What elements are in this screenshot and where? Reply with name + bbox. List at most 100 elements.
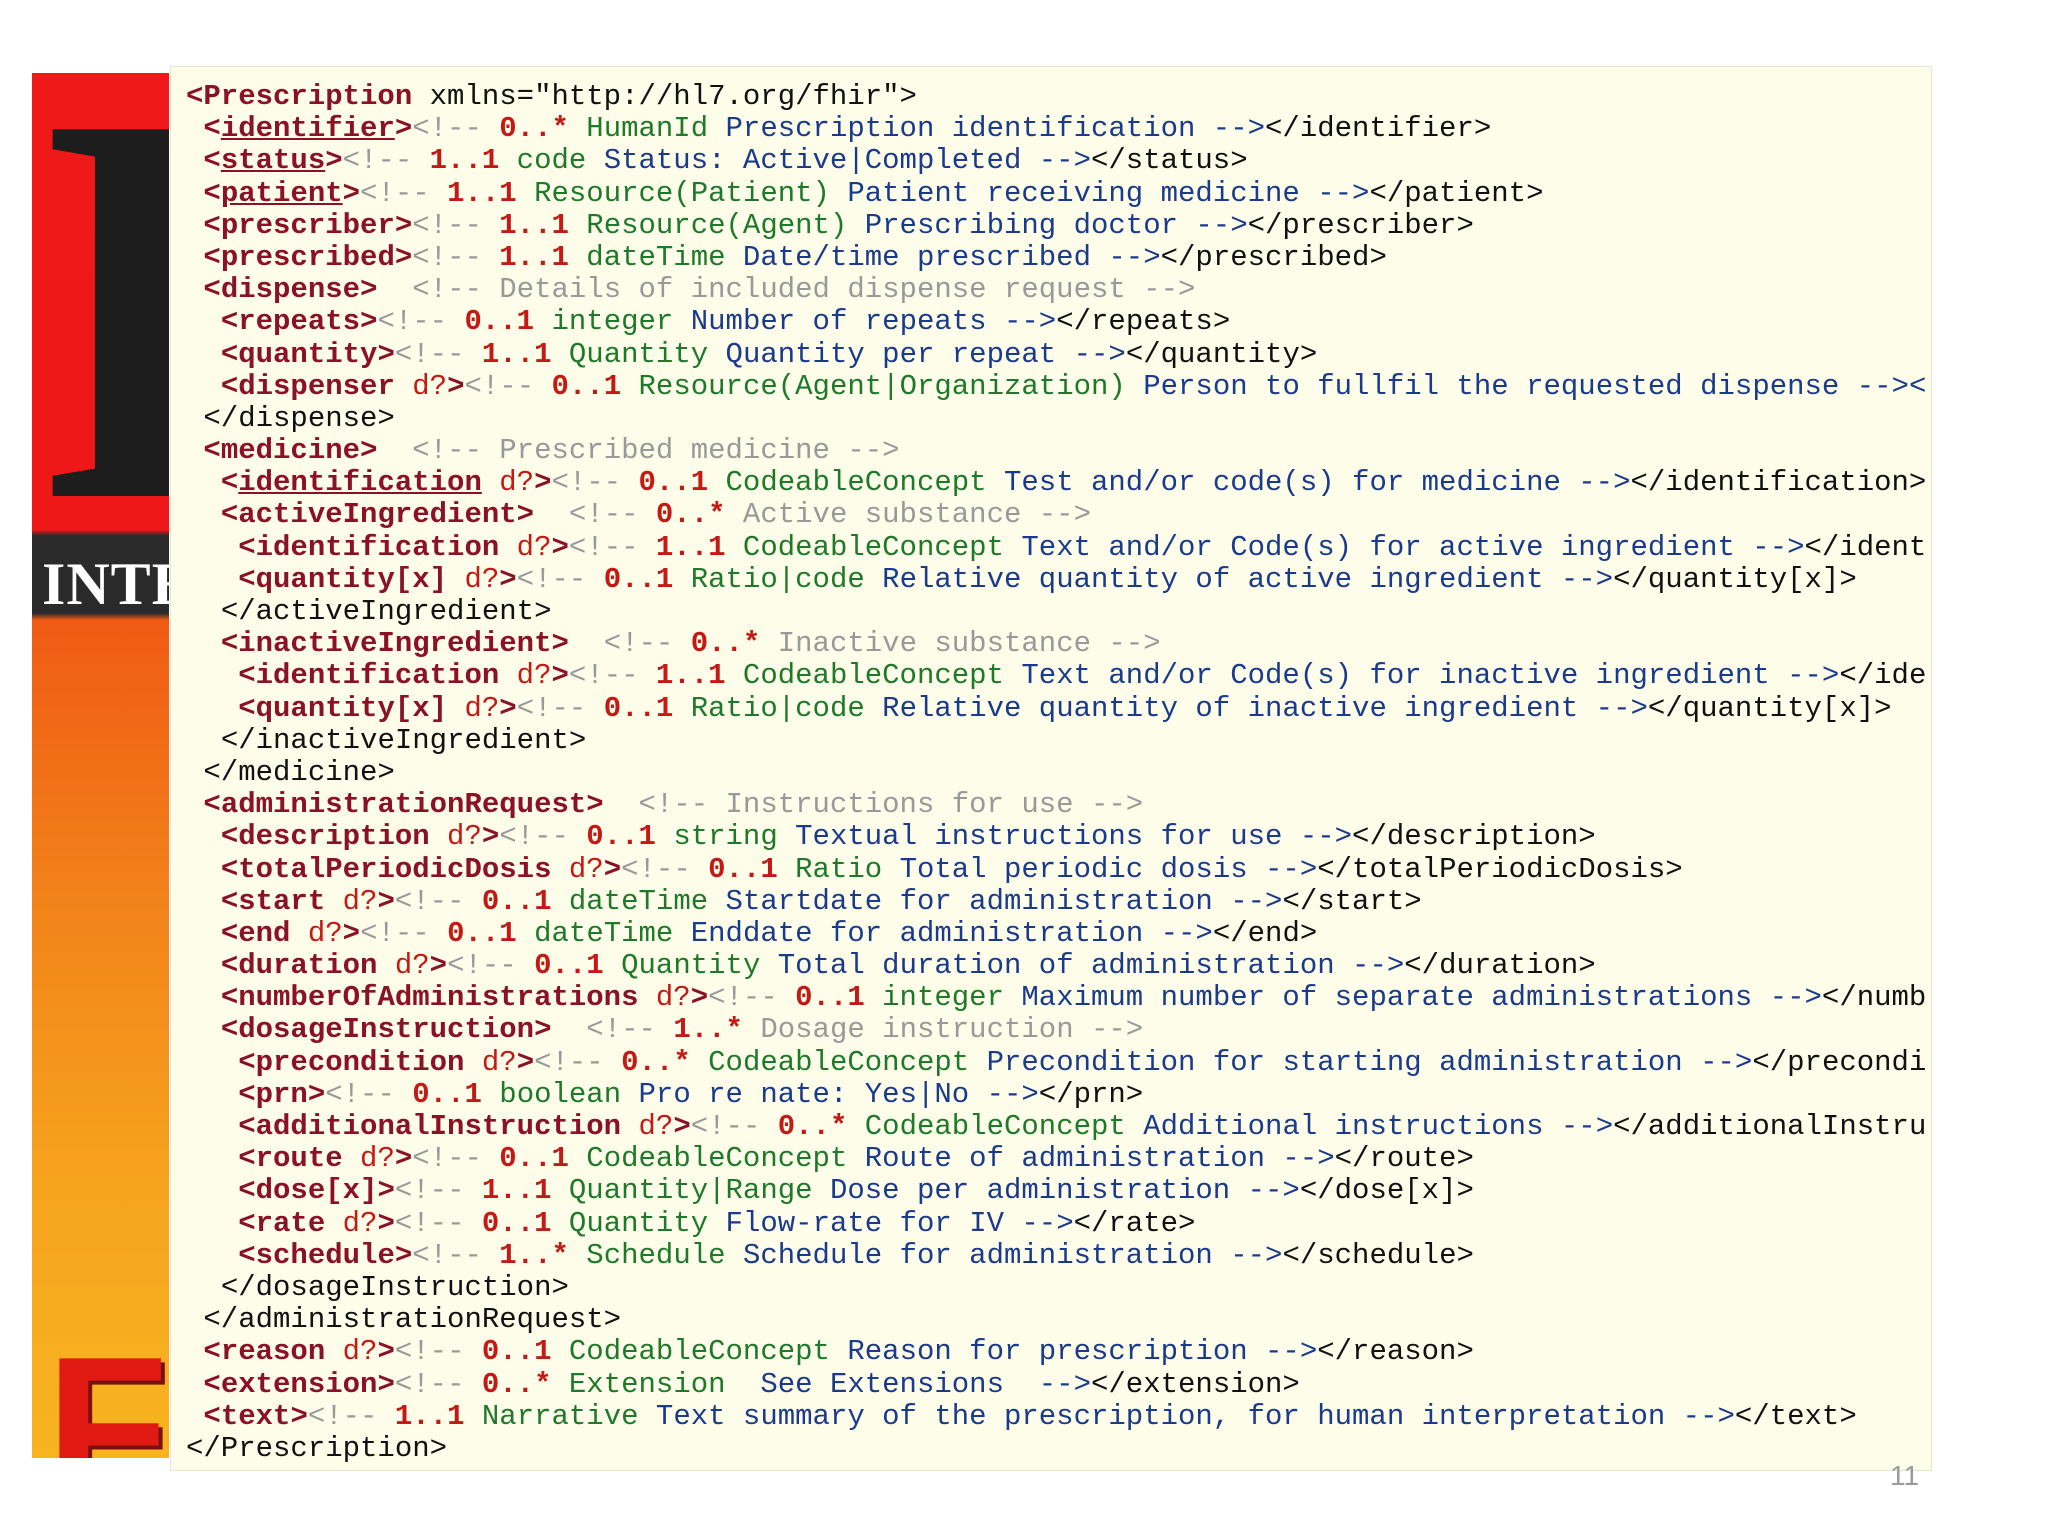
cardinality: 0..1 (412, 1077, 482, 1111)
closing-tag: </start> (1282, 884, 1422, 918)
tag-close-bracket: > (377, 337, 395, 371)
description: Route of administration --> (847, 1142, 1335, 1176)
tag-open-bracket: < (220, 337, 239, 371)
optional-marker: d? (499, 659, 552, 693)
comment-open: <!-- (412, 112, 500, 146)
description: Textual instructions for use --> (777, 820, 1353, 854)
tag-open-bracket: < (220, 498, 239, 532)
tag-open-bracket: < (238, 1174, 256, 1208)
comment-open: <!-- (568, 659, 656, 693)
code-text: </activeIngredient> (220, 595, 552, 628)
tag-open-bracket: < (203, 1399, 221, 1433)
comment-open: <!-- Details of included dispense reques… (377, 273, 1196, 307)
cardinality: 1..1 (499, 240, 569, 274)
element-name: totalPeriodicDosis (238, 852, 552, 886)
comment-text: Inactive substance --> (760, 627, 1161, 661)
cardinality: 0..1 (464, 305, 535, 339)
optional-marker: d? (464, 1045, 517, 1079)
element-name: text (220, 1399, 291, 1433)
element-name: precondition (255, 1045, 465, 1079)
closing-tag: </identification> (1630, 466, 1927, 500)
tag-close-bracket: > (516, 498, 535, 532)
tag-open-bracket: < (203, 273, 221, 307)
closing-tag: </status> (1090, 144, 1248, 178)
comment-open: <!-- (708, 981, 796, 1015)
element-name: activeIngredient (238, 498, 517, 532)
tag-close-bracket: > (499, 562, 517, 596)
optional-marker: d? (481, 466, 535, 500)
tag-close-bracket: > (551, 530, 569, 564)
cardinality: 1..1 (394, 1399, 465, 1433)
code-line: <start d?><!-- 0..1 dateTime Startdate f… (186, 884, 1926, 918)
code-line: <end d?><!-- 0..1 dateTime Enddate for a… (186, 916, 1926, 950)
optional-marker: d? (638, 981, 691, 1015)
closing-tag: </prn> (1038, 1077, 1144, 1111)
element-name: prescriber (220, 208, 395, 242)
description: Quantity per repeat --> (708, 337, 1126, 371)
tag-close-bracket: > (394, 1142, 413, 1176)
code-line: <extension><!-- 0..* Extension See Exten… (186, 1367, 1926, 1401)
element-name: status (220, 144, 326, 178)
code-line: <identification d?><!-- 0..1 CodeableCon… (186, 466, 1927, 500)
data-type: Resource(Agent|Organization) (621, 369, 1126, 403)
code-line: </activeIngredient> (186, 595, 1926, 628)
cardinality: 0..1 (481, 884, 552, 918)
tag-close-bracket: > (377, 1174, 395, 1208)
optional-marker: d? (621, 1110, 674, 1143)
tag-open-bracket: < (220, 1013, 239, 1047)
data-type: string (655, 820, 778, 854)
cardinality: 0..1 (447, 916, 517, 950)
element-name: start (238, 884, 326, 918)
element-name: extension (220, 1367, 378, 1401)
code-text: </administrationRequest> (203, 1303, 622, 1337)
cardinality: 1..1 (499, 208, 569, 242)
tag-close-bracket: > (377, 1206, 395, 1240)
tag-open-bracket: < (238, 1110, 256, 1143)
data-type: CodeableConcept (725, 659, 1004, 693)
tag-close-bracket: > (394, 112, 413, 146)
tag-close-bracket: > (551, 627, 569, 661)
cardinality: 0..* (481, 1367, 552, 1401)
code-line: <identification d?><!-- 1..1 CodeableCon… (186, 660, 1926, 692)
closing-tag: </prescriber> (1247, 208, 1474, 242)
comment-open: <!-- (551, 466, 639, 500)
cardinality: 1..* (673, 1013, 743, 1047)
code-line: <dose[x]><!-- 1..1 Quantity|Range Dose p… (186, 1175, 1926, 1207)
cardinality: 1..1 (429, 144, 500, 178)
data-type: integer (864, 981, 1004, 1015)
cardinality: 0..1 (603, 562, 674, 596)
data-type: Quantity (551, 1206, 709, 1240)
data-type: HumanId (568, 112, 709, 146)
data-type: boolean (481, 1077, 622, 1111)
closing-tag: </repeats> (1056, 305, 1231, 339)
hl7-banner-image: H INTEI FI (32, 73, 169, 1458)
cardinality: 1..* (499, 1238, 569, 1272)
tag-close-bracket: > (586, 788, 604, 822)
description: Total periodic dosis --> (882, 852, 1318, 886)
code-line: <prescribed><!-- 1..1 dateTime Date/time… (186, 240, 1926, 274)
data-type: dateTime (516, 916, 674, 950)
cardinality: 1..1 (655, 659, 726, 693)
code-line: <route d?><!-- 0..1 CodeableConcept Rout… (186, 1143, 1926, 1175)
comment-open: <!-- (447, 949, 535, 983)
cardinality: 1..1 (447, 176, 517, 210)
tag-close-bracket: > (377, 1335, 395, 1369)
code-line: <dispenser d?><!-- 0..1 Resource(Agent|O… (186, 369, 1927, 403)
code-line: <duration d?><!-- 0..1 Quantity Total du… (186, 949, 1926, 983)
element-name: quantity[x] (255, 562, 448, 596)
element-name: reason (220, 1335, 326, 1369)
tag-open-bracket: < (220, 852, 239, 886)
closing-tag: </reason> (1317, 1335, 1474, 1369)
tag-open-bracket: < (238, 562, 256, 596)
description: Number of repeats --> (673, 305, 1057, 339)
comment-open: <!-- (568, 530, 656, 564)
tag-open-bracket: < (203, 240, 221, 274)
tag-open-bracket: < (203, 176, 221, 210)
tag-open-bracket: <Prescription (186, 80, 413, 113)
code-text: </Prescription> (186, 1431, 448, 1465)
tag-close-bracket: > (325, 144, 343, 178)
closing-tag: </ident (1804, 530, 1927, 564)
data-type: Narrative (464, 1399, 639, 1433)
code-line: <prescriber><!-- 1..1 Resource(Agent) Pr… (186, 208, 1926, 242)
description: See Extensions --> (725, 1367, 1091, 1401)
